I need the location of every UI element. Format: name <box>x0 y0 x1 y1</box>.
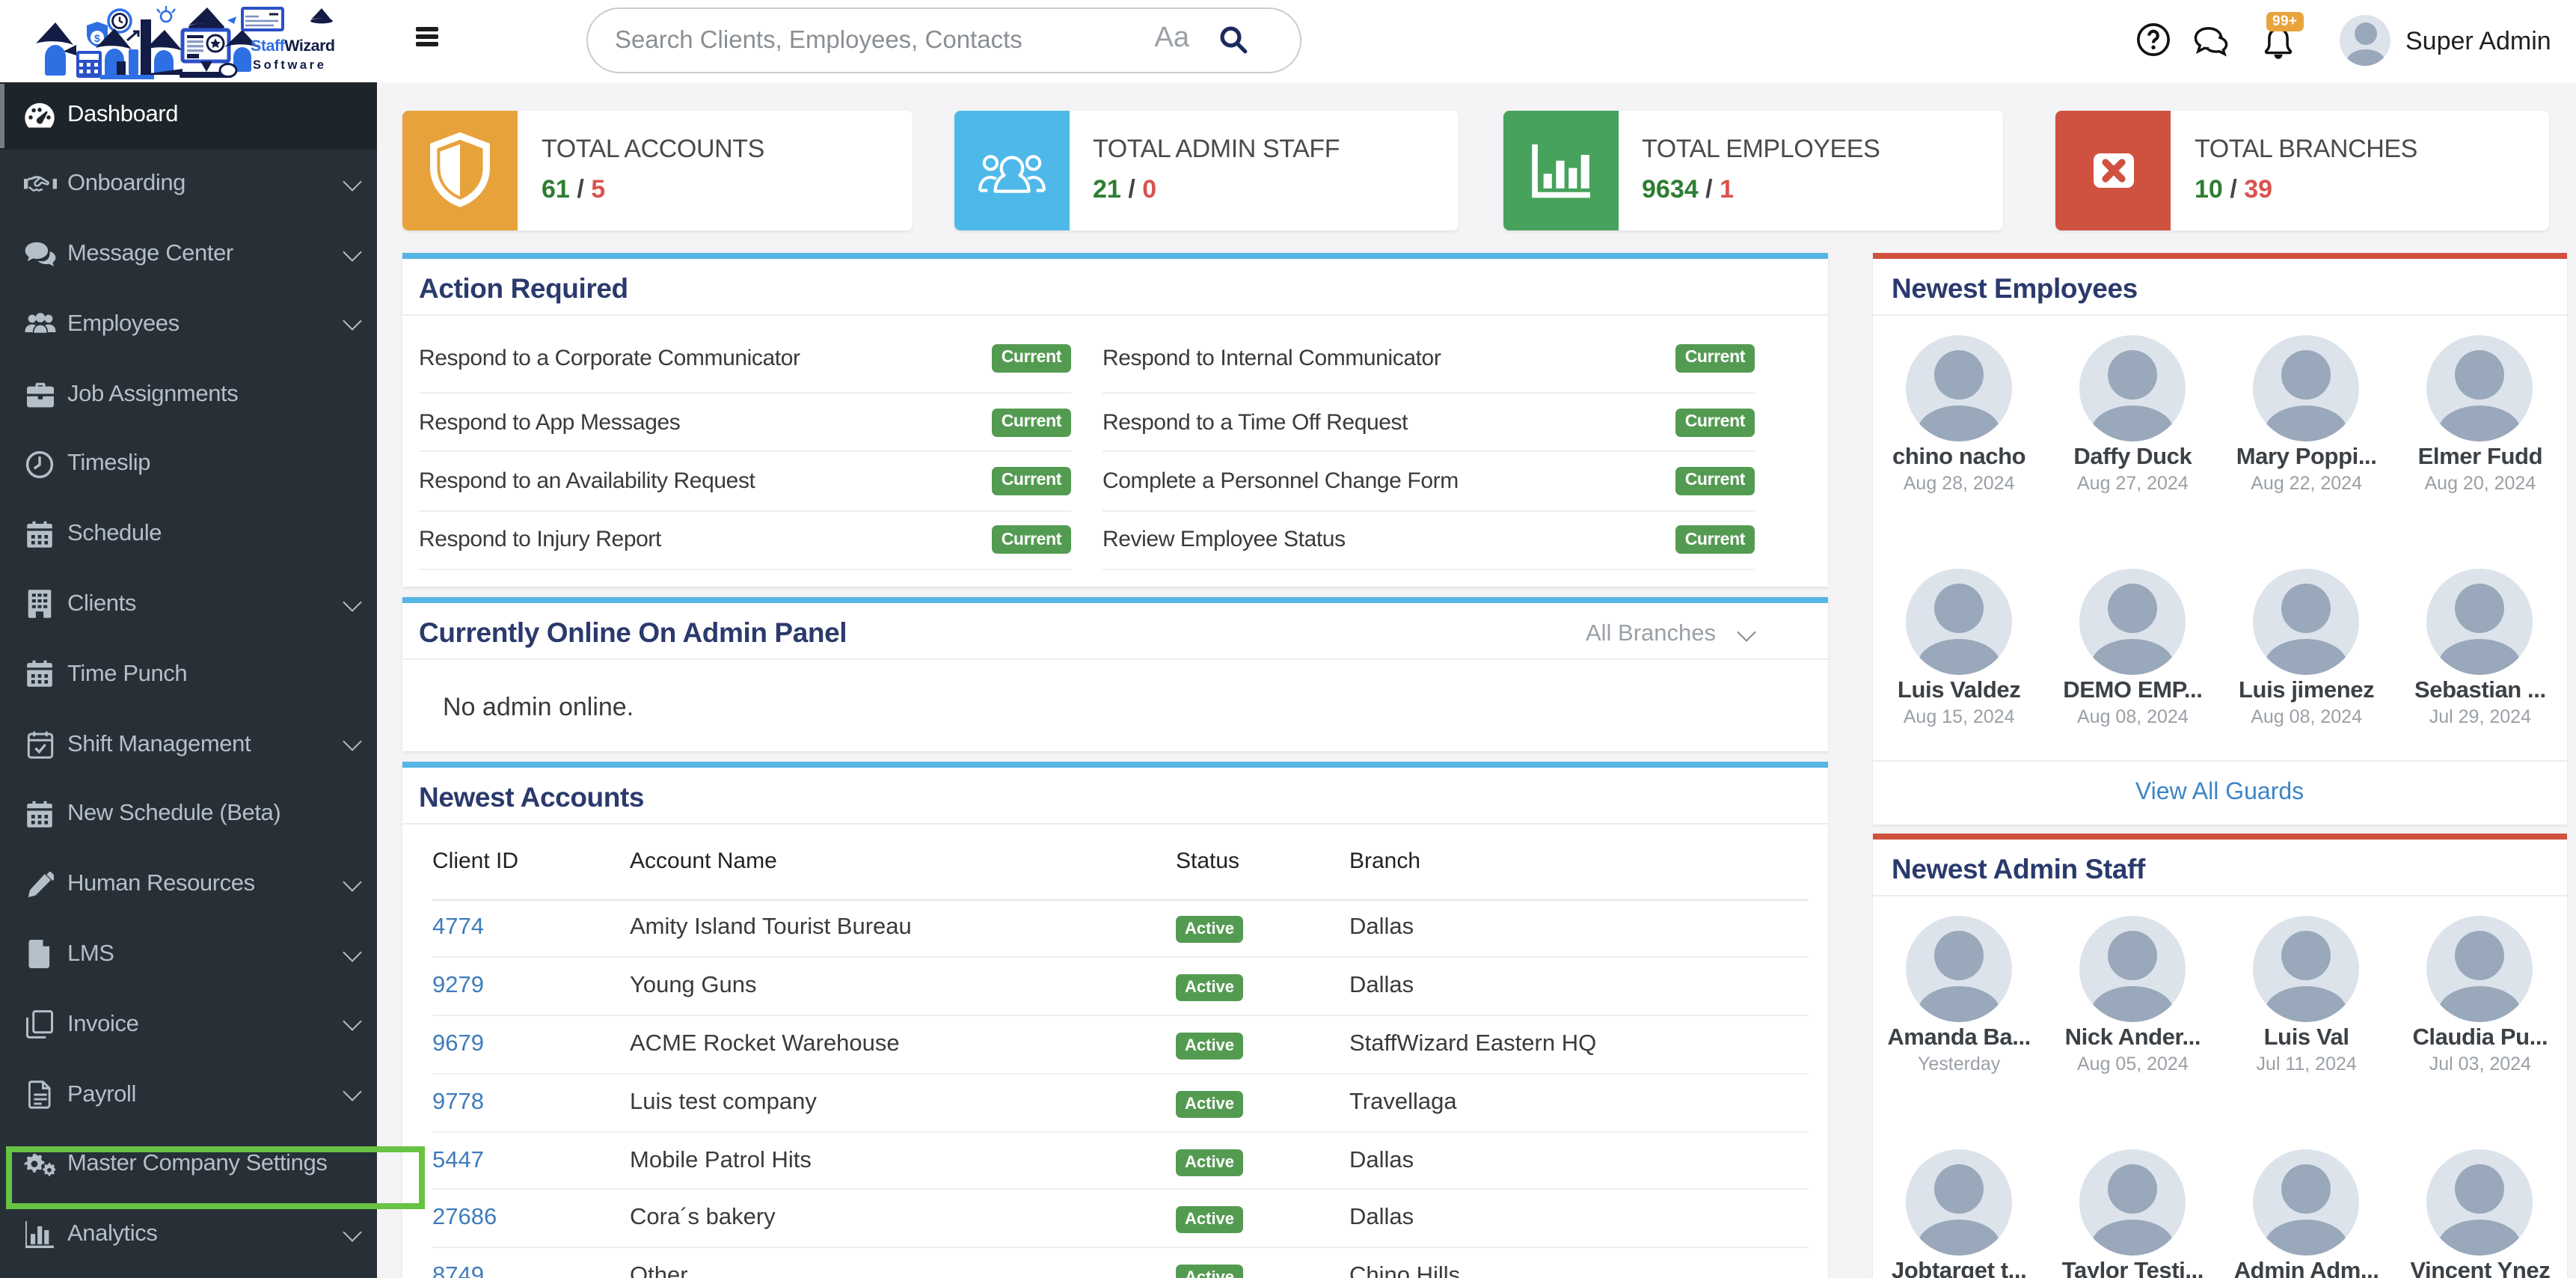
svg-text:$: $ <box>94 32 100 44</box>
svg-text:StaffWizard: StaffWizard <box>251 37 335 55</box>
svg-text:Software: Software <box>253 58 326 72</box>
